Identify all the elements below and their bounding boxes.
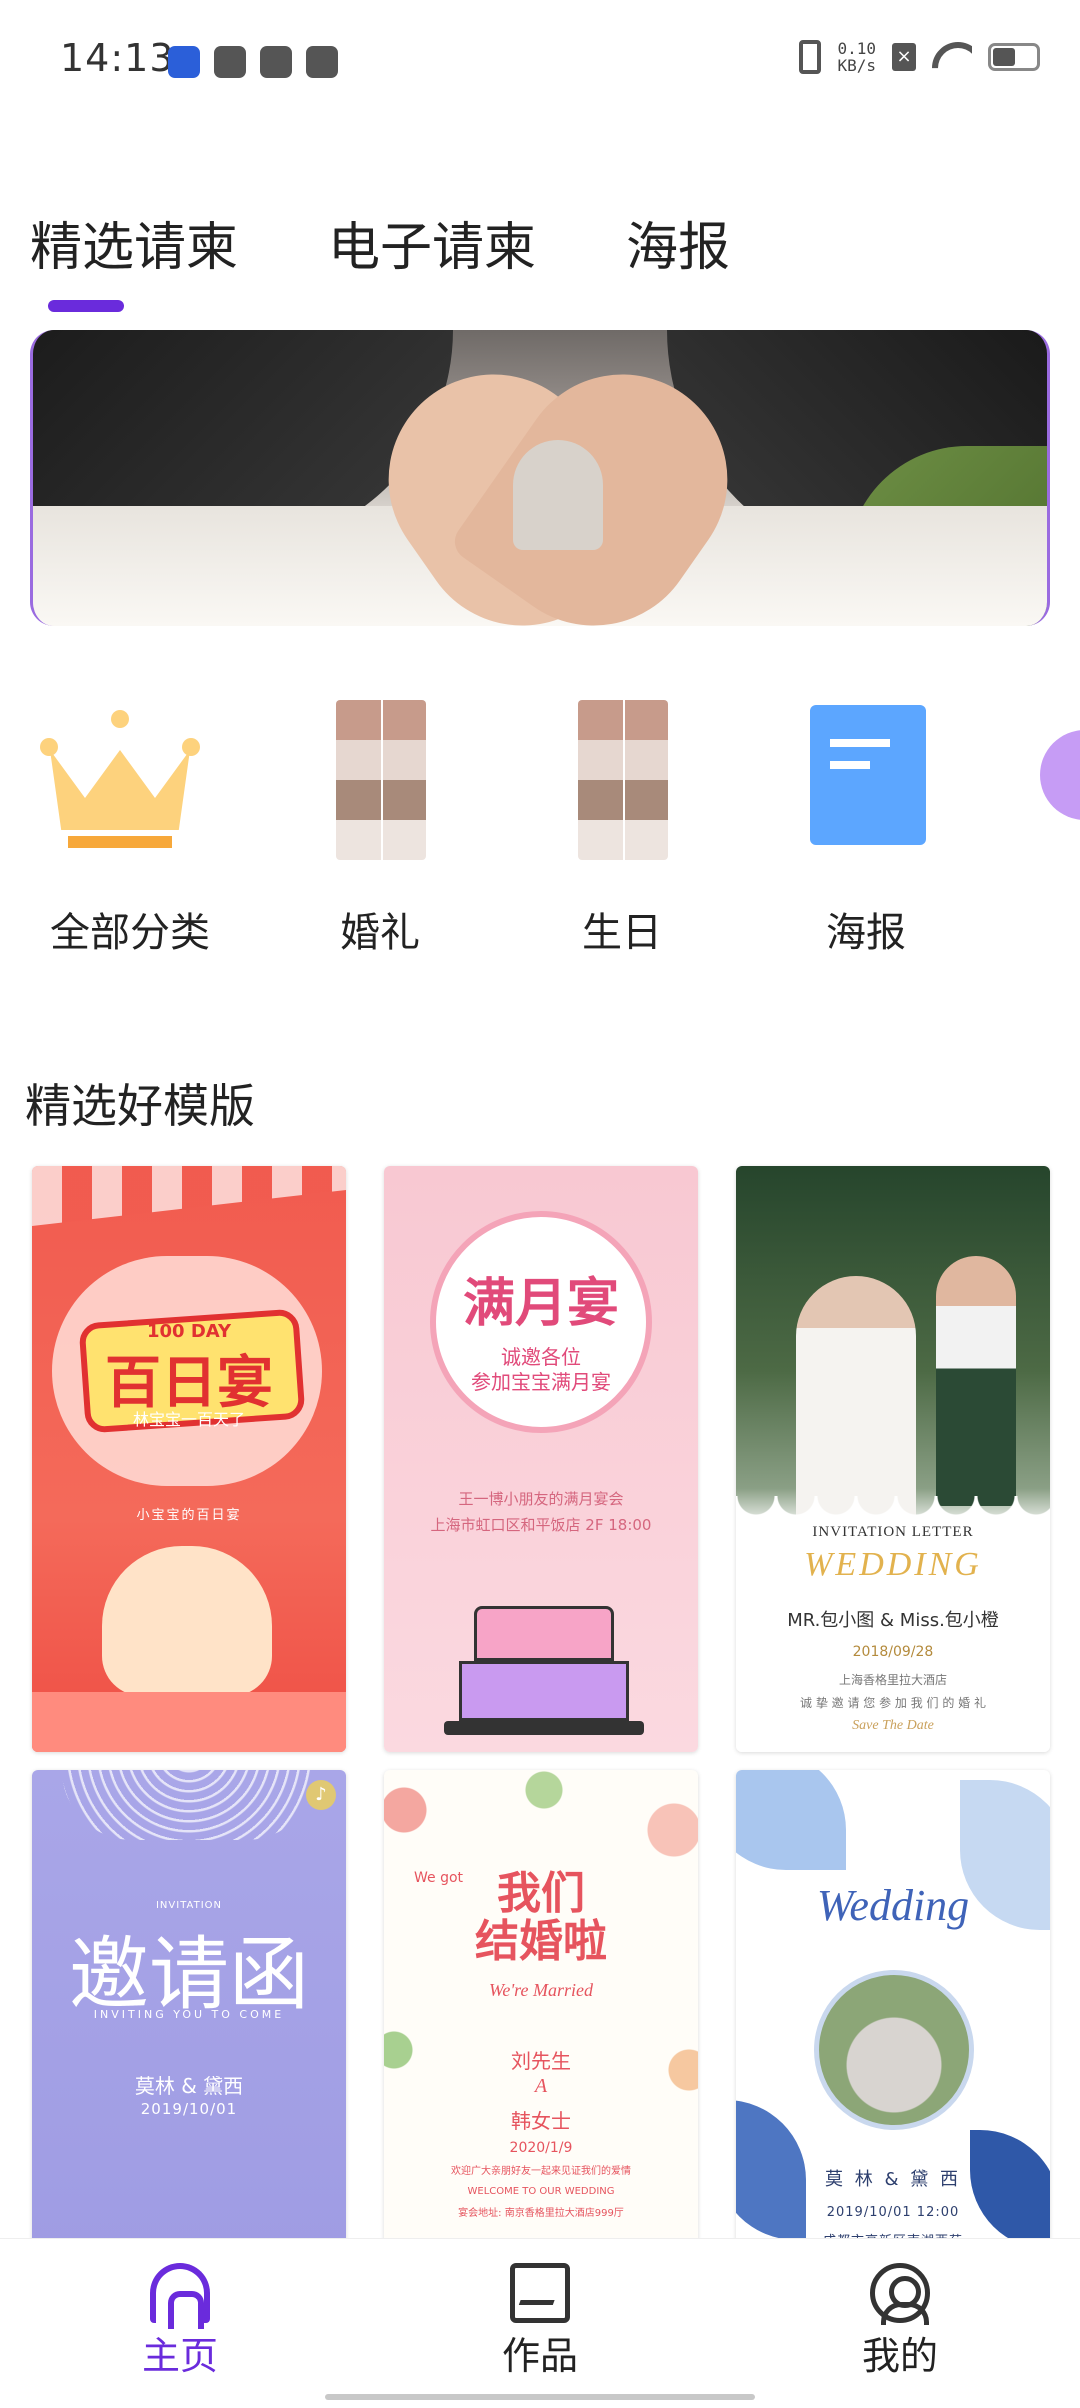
- template-title-part: 结婚啦: [475, 1916, 607, 1967]
- network-speed: 0.10 KB/s: [837, 40, 876, 74]
- hero-banner[interactable]: [30, 330, 1050, 626]
- template-line: 小宝宝的百日宴: [136, 1508, 242, 1523]
- template-date: 2019/10/01: [140, 2100, 238, 2118]
- home-icon: [150, 2263, 210, 2329]
- battery-icon: [988, 43, 1040, 71]
- bunting-decoration: [32, 1166, 346, 1226]
- nav-home[interactable]: 主页: [30, 2239, 330, 2389]
- active-tab-indicator: [48, 300, 124, 312]
- template-amp: A: [534, 2075, 548, 2097]
- template-names: 莫林 & 黛西: [134, 2074, 244, 2098]
- crown-base: [68, 836, 172, 848]
- template-date: 2020/1/9: [509, 2140, 573, 2156]
- template-info: 上海市虹口区和平饭店 2F 18:00: [430, 1516, 652, 1534]
- category-label: 生日: [582, 910, 662, 956]
- template-venue: 上海香格里拉大酒店: [838, 1673, 947, 1687]
- vibrate-icon: [799, 40, 822, 74]
- groom-photo: [936, 1256, 1016, 1506]
- lace-decoration: [62, 1770, 316, 1840]
- status-app-icons: [168, 46, 338, 78]
- notification-app-icon: [306, 46, 338, 78]
- document-line: [830, 761, 870, 769]
- cake-plate: [444, 1721, 644, 1735]
- template-subtitle: 参加宝宝满月宴: [471, 1370, 611, 1394]
- category-label: 婚礼: [340, 910, 420, 956]
- wedding-thumbnail: [336, 700, 426, 860]
- tab-electronic-invitations[interactable]: 电子请柬: [328, 205, 536, 280]
- top-tabs: 精选请柬 电子请柬 海报: [30, 205, 730, 280]
- status-time: 14:13: [60, 36, 175, 80]
- notification-app-icon: [260, 46, 292, 78]
- template-title: WEDDING: [804, 1546, 982, 1583]
- template-card-full-month[interactable]: 满月宴 诚邀各位 参加宝宝满月宴 王一博小朋友的满月宴会 上海市虹口区和平饭店 …: [384, 1166, 698, 1752]
- crown-body: [50, 750, 190, 830]
- baby-illustration: [102, 1546, 272, 1696]
- template-label: INVITATION LETTER: [812, 1524, 974, 1540]
- template-card-wedding-letter[interactable]: INVITATION LETTER WEDDING MR.包小图 & Miss.…: [736, 1166, 1050, 1752]
- banner-heart-gap: [513, 440, 603, 550]
- category-row: 全部分类 婚礼 生日 海报: [0, 690, 1080, 970]
- network-speed-unit: KB/s: [837, 56, 876, 75]
- tab-posters[interactable]: 海报: [626, 205, 730, 280]
- no-sim-icon: ×: [892, 43, 916, 71]
- nav-profile[interactable]: 我的: [750, 2239, 1050, 2389]
- template-groom: 刘先生: [511, 2049, 571, 2073]
- nav-label: 主页: [141, 2334, 218, 2378]
- template-line: 宴会地址: 南京香格里拉大酒店999厅: [458, 2208, 624, 2219]
- status-bar: 14:13 0.10 KB/s ×: [0, 0, 1080, 130]
- notification-app-icon: [168, 46, 200, 78]
- template-line: 诚 挚 邀 请 您 参 加 我 们 的 婚 礼: [800, 1696, 986, 1710]
- birthday-thumbnail: [578, 700, 668, 860]
- network-speed-value: 0.10: [837, 39, 876, 58]
- crown-ball: [182, 738, 200, 756]
- home-indicator[interactable]: [325, 2394, 755, 2400]
- document-line: [830, 739, 890, 747]
- document-icon: [810, 705, 926, 845]
- template-title: Wedding: [816, 1881, 970, 1930]
- template-line: 欢迎广大亲朋好友一起来见证我们的爱情: [451, 2166, 631, 2177]
- template-married: We're Married: [488, 1980, 593, 2000]
- category-label: 全部分类: [50, 910, 210, 956]
- template-names: MR.包小图 & Miss.包小橙: [787, 1610, 999, 1631]
- template-title: 我们 结婚啦: [384, 1870, 698, 1966]
- template-title-part: 我们: [497, 1868, 585, 1919]
- crown-ball: [40, 738, 58, 756]
- wifi-icon: [932, 42, 972, 72]
- category-label: 海报: [826, 910, 906, 956]
- template-title: 满月宴: [462, 1274, 619, 1334]
- couple-photo: [814, 1970, 974, 2130]
- crown-icon: [40, 710, 200, 850]
- more-category-icon[interactable]: [1040, 730, 1080, 820]
- template-card-100-day[interactable]: 100 DAY 百日宴 林宝宝一百天了 小宝宝的百日宴: [32, 1166, 346, 1752]
- app-screen: 14:13 0.10 KB/s × 精选请柬 电子请柬 海报 全部分类 婚礼 生…: [0, 0, 1080, 2408]
- profile-icon: [870, 2263, 930, 2325]
- template-bride: 韩女士: [511, 2109, 571, 2133]
- status-indicators: 0.10 KB/s ×: [799, 40, 1040, 74]
- tab-featured-invitations[interactable]: 精选请柬: [30, 205, 238, 280]
- nav-works[interactable]: 作品: [390, 2239, 690, 2389]
- bottom-decoration: [32, 1692, 346, 1752]
- cake-illustration: [459, 1661, 629, 1721]
- template-date: 2018/09/28: [852, 1644, 934, 1660]
- template-subtitle: 林宝宝一百天了: [132, 1410, 245, 1429]
- section-title: 精选好模版: [25, 1079, 255, 1133]
- cake-illustration: [474, 1606, 614, 1661]
- template-names: 莫 林 & 黛 西: [825, 2169, 961, 2190]
- leaf-decoration: [736, 1770, 846, 1870]
- template-footer: Save The Date: [852, 1718, 934, 1733]
- works-icon: [510, 2263, 570, 2323]
- template-subtitle: INVITING YOU TO COME: [93, 2008, 285, 2021]
- music-icon[interactable]: ♪: [306, 1780, 336, 1810]
- template-date: 2019/10/01 12:00: [826, 2205, 960, 2220]
- nav-label: 作品: [501, 2334, 578, 2378]
- crown-ball: [111, 710, 129, 728]
- nav-label: 我的: [861, 2334, 938, 2378]
- template-line: WELCOME TO OUR WEDDING: [467, 2186, 615, 2197]
- template-info: 王一博小朋友的满月宴会: [458, 1490, 624, 1508]
- notification-mail-icon: [214, 46, 246, 78]
- bottom-navigation: 主页 作品 我的: [0, 2238, 1080, 2408]
